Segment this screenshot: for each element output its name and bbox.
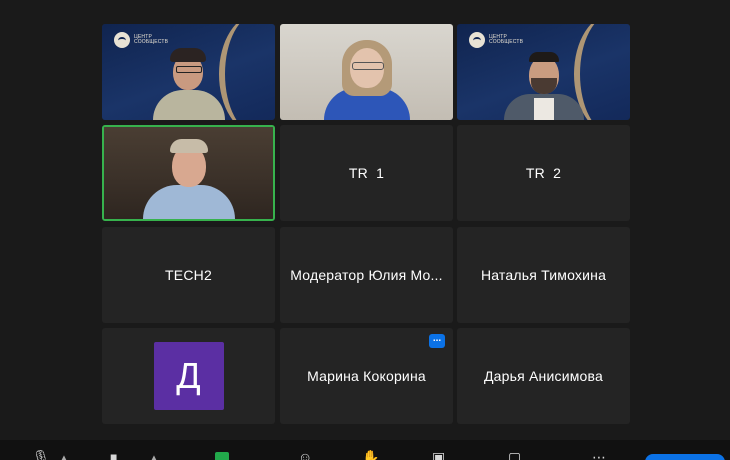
video-feed xyxy=(104,127,273,219)
video-tile-3[interactable]: ЦЕНТР СООБЩЕСТВ xyxy=(457,24,630,120)
gallery-grid: ЦЕНТР СООБЩЕСТВ ЦЕНТР СООБЩЕСТВ TR 1 TR … xyxy=(0,0,730,440)
video-tile-2[interactable] xyxy=(280,24,453,120)
mic-muted-icon[interactable]: 🎙 xyxy=(32,450,50,460)
more-options-button[interactable]: ... xyxy=(429,334,445,348)
chevron-up-icon[interactable]: ▲ xyxy=(150,453,158,460)
share-screen-icon[interactable] xyxy=(215,452,229,460)
participant-silhouette xyxy=(129,133,249,219)
participant-tile-avatar[interactable]: Д xyxy=(102,328,275,424)
chevron-up-icon[interactable]: ▲ xyxy=(60,453,68,460)
participant-silhouette xyxy=(494,40,594,120)
participant-silhouette xyxy=(139,40,239,120)
participant-tile[interactable]: Модератор Юлия Мо... xyxy=(280,227,453,323)
apps-icon[interactable]: ▣ xyxy=(432,450,445,460)
participant-name: Дарья Анисимова xyxy=(483,368,603,384)
participant-tile[interactable]: Наталья Тимохина xyxy=(457,227,630,323)
video-tile-1[interactable]: ЦЕНТР СООБЩЕСТВ xyxy=(102,24,275,120)
video-feed xyxy=(280,24,453,120)
participant-tile[interactable]: Дарья Анисимова xyxy=(457,328,630,424)
participant-silhouette xyxy=(312,34,422,120)
whiteboard-icon[interactable]: ▢ xyxy=(508,450,521,460)
participant-name: TR 1 xyxy=(348,165,385,181)
end-meeting-button[interactable] xyxy=(645,454,725,460)
participants-icon[interactable]: ☺ xyxy=(298,450,312,460)
participant-tile[interactable]: TR 2 xyxy=(457,125,630,221)
participant-tile[interactable]: TR 1 xyxy=(280,125,453,221)
participant-tile[interactable]: TECH2 xyxy=(102,227,275,323)
logo-mark-icon xyxy=(114,32,130,48)
video-camera-icon[interactable]: ■ xyxy=(110,450,117,460)
participant-name: TECH2 xyxy=(165,267,212,283)
video-feed: ЦЕНТР СООБЩЕСТВ xyxy=(102,24,275,120)
logo-mark-icon xyxy=(469,32,485,48)
video-tile-active-speaker[interactable] xyxy=(102,125,275,221)
participant-name: Марина Кокорина xyxy=(307,368,426,384)
avatar: Д xyxy=(153,342,224,410)
video-feed: ЦЕНТР СООБЩЕСТВ xyxy=(457,24,630,120)
participant-name: TR 2 xyxy=(525,165,562,181)
more-icon[interactable]: ⋯ xyxy=(592,450,606,460)
participant-tile[interactable]: ... Марина Кокорина xyxy=(280,328,453,424)
participant-name: Модератор Юлия Мо... xyxy=(290,267,443,283)
reactions-icon[interactable]: ✋ xyxy=(362,450,379,460)
participant-name: Наталья Тимохина xyxy=(480,267,607,283)
meeting-toolbar: 🎙 ▲ ■ ▲ ☺ ✋ ▣ ▢ ⋯ xyxy=(0,440,730,460)
